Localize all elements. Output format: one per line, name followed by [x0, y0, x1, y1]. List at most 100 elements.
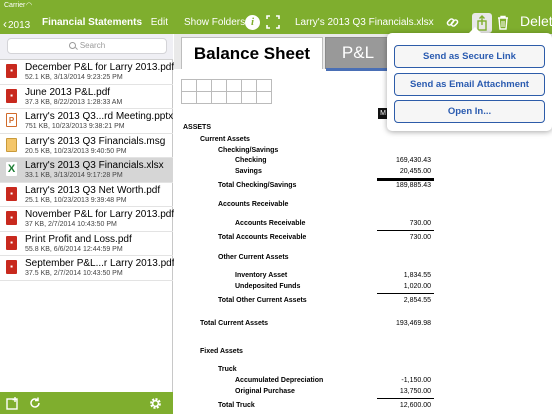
- file-list: ▪ December P&L for Larry 2013.pdf 52.1 K…: [0, 60, 175, 281]
- file-name: Larry's 2013 Q3 Net Worth.pdf: [25, 184, 161, 196]
- refresh-icon[interactable]: [28, 396, 42, 413]
- row-label: Total Other Current Assets: [218, 297, 307, 304]
- row-label: ASSETS: [183, 124, 212, 131]
- row-label: Accounts Receivable: [235, 220, 306, 227]
- file-meta: 37 KB, 2/7/2014 10:43:50 PM: [25, 221, 117, 228]
- search-bar: Search: [0, 34, 173, 60]
- spreadsheet-header-grid: [181, 79, 272, 104]
- total-underline: [377, 178, 434, 181]
- pdf-file-icon: ▪: [6, 260, 17, 274]
- total-underline: [377, 398, 434, 399]
- info-icon[interactable]: i: [245, 15, 260, 30]
- pdf-file-icon: ▪: [6, 88, 17, 103]
- file-name: September P&L...r Larry 2013.pdf: [25, 258, 175, 269]
- gear-icon[interactable]: [148, 396, 163, 414]
- file-name: June 2013 P&L.pdf: [25, 86, 111, 98]
- show-folders-button[interactable]: Show Folders: [184, 17, 245, 28]
- pdf-file-icon: ▪: [6, 64, 17, 78]
- row-label: Savings: [235, 168, 262, 175]
- row-value: -1,150.00: [401, 377, 431, 384]
- total-underline: [377, 230, 434, 231]
- wifi-icon: ◠: [26, 2, 33, 9]
- send-email-attachment-button[interactable]: Send as Email Attachment: [394, 73, 545, 96]
- trash-icon[interactable]: [496, 15, 510, 33]
- file-meta: 37.3 KB, 8/22/2013 1:28:33 AM: [25, 98, 123, 106]
- row-value: 730.00: [409, 234, 431, 241]
- row-label: Fixed Assets: [200, 348, 243, 355]
- row-value: 1,834.55: [403, 272, 431, 279]
- pdf-file-icon: ▪: [6, 235, 17, 250]
- pptx-file-icon: P: [6, 113, 17, 127]
- open-in-button[interactable]: Open In...: [394, 100, 545, 123]
- delete-button-label: Delete: [520, 13, 552, 29]
- share-popover: Send as Secure Link Send as Email Attach…: [387, 27, 552, 131]
- file-sidebar: ‹2013 Financial Statements Edit Search ▪…: [0, 12, 175, 414]
- row-value: 193,469.98: [395, 320, 431, 327]
- row-label: Truck: [218, 366, 237, 373]
- file-meta: 25.1 KB, 10/23/2013 9:39:48 PM: [25, 196, 127, 204]
- file-meta: 751 KB, 10/23/2013 9:38:21 PM: [25, 123, 125, 130]
- file-list-item-selected[interactable]: X Larry's 2013 Q3 Financials.xlsx 33.1 K…: [0, 158, 173, 183]
- file-name: December P&L for Larry 2013.pdf: [25, 62, 175, 73]
- link-icon[interactable]: [445, 15, 460, 33]
- file-list-item[interactable]: ▪ Larry's 2013 Q3 Net Worth.pdf 25.1 KB,…: [0, 183, 173, 207]
- row-label: Total Truck: [218, 402, 255, 409]
- total-underline: [377, 293, 434, 294]
- row-value: 13,750.00: [399, 388, 431, 395]
- search-input[interactable]: Search: [7, 38, 167, 54]
- msg-file-icon: [6, 137, 17, 152]
- row-label: Undeposited Funds: [235, 283, 301, 290]
- edit-button[interactable]: Edit: [151, 17, 168, 28]
- tab-pl[interactable]: P&L: [325, 37, 392, 71]
- file-list-item[interactable]: ▪ September P&L...r Larry 2013.pdf 37.5 …: [0, 256, 175, 281]
- row-label: Original Purchase: [235, 388, 295, 395]
- file-name: Larry's 2013 Q3 Financials.xlsx: [25, 160, 164, 171]
- document-title: Larry's 2013 Q3 Financials.xlsx: [295, 17, 434, 28]
- file-meta: 33.1 KB, 3/13/2014 9:17:28 PM: [25, 172, 123, 179]
- delete-button[interactable]: Delete: [520, 13, 552, 29]
- file-name: Larry's 2013 Q3 Financials.msg: [25, 135, 166, 147]
- back-button[interactable]: ‹2013: [3, 17, 30, 31]
- row-value: 169,430.43: [395, 157, 431, 164]
- row-label: Total Accounts Receivable: [218, 234, 307, 241]
- file-list-item[interactable]: P Larry's 2013 Q3...rd Meeting.pptx 751 …: [0, 109, 173, 134]
- sidebar-footer: [0, 392, 173, 414]
- row-label: Checking/Savings: [218, 147, 279, 154]
- row-value: 12,600.00: [399, 402, 431, 409]
- tab-balance-sheet[interactable]: Balance Sheet: [181, 37, 323, 69]
- file-meta: 20.5 KB, 10/23/2013 9:40:50 PM: [25, 147, 127, 155]
- row-label: Accumulated Depreciation: [235, 377, 324, 384]
- row-label: Current Assets: [200, 136, 250, 143]
- row-label: Total Checking/Savings: [218, 182, 297, 189]
- back-button-label: 2013: [8, 20, 31, 31]
- row-label: Checking: [235, 157, 267, 164]
- search-icon: [68, 42, 76, 49]
- file-name: Print Profit and Loss.pdf: [25, 233, 132, 245]
- row-value: 1,020.00: [403, 283, 431, 290]
- pdf-file-icon: ▪: [6, 211, 17, 225]
- file-name: November P&L for Larry 2013.pdf: [25, 209, 175, 220]
- status-bar: Carrier ◠: [0, 0, 552, 12]
- search-placeholder: Search: [79, 41, 106, 50]
- file-list-item[interactable]: ▪ Print Profit and Loss.pdf 55.8 KB, 6/6…: [0, 232, 173, 256]
- carrier-label: Carrier: [4, 2, 26, 9]
- file-meta: 37.5 KB, 2/7/2014 10:43:50 PM: [25, 270, 123, 277]
- row-value: 730.00: [409, 220, 431, 227]
- row-value: 2,854.55: [403, 297, 431, 304]
- row-value: 20,455.00: [399, 168, 431, 175]
- sidebar-title: Financial Statements: [42, 17, 143, 28]
- file-name: Larry's 2013 Q3...rd Meeting.pptx: [25, 111, 174, 122]
- file-list-item[interactable]: ▪ November P&L for Larry 2013.pdf 37 KB,…: [0, 207, 175, 232]
- new-folder-icon[interactable]: [6, 396, 20, 413]
- file-list-item[interactable]: ▪ June 2013 P&L.pdf 37.3 KB, 8/22/2013 1…: [0, 85, 173, 109]
- row-value: 189,885.43: [395, 182, 431, 189]
- xlsx-file-icon: X: [6, 162, 17, 176]
- sidebar-header: ‹2013 Financial Statements Edit: [0, 12, 173, 34]
- row-label: Other Current Assets: [218, 254, 289, 261]
- expand-fullscreen-icon[interactable]: [266, 15, 280, 29]
- file-list-item[interactable]: Larry's 2013 Q3 Financials.msg 20.5 KB, …: [0, 134, 173, 158]
- row-label: Total Current Assets: [200, 320, 269, 327]
- chevron-left-icon: ‹: [3, 17, 7, 31]
- send-secure-link-button[interactable]: Send as Secure Link: [394, 45, 545, 68]
- file-list-item[interactable]: ▪ December P&L for Larry 2013.pdf 52.1 K…: [0, 60, 175, 85]
